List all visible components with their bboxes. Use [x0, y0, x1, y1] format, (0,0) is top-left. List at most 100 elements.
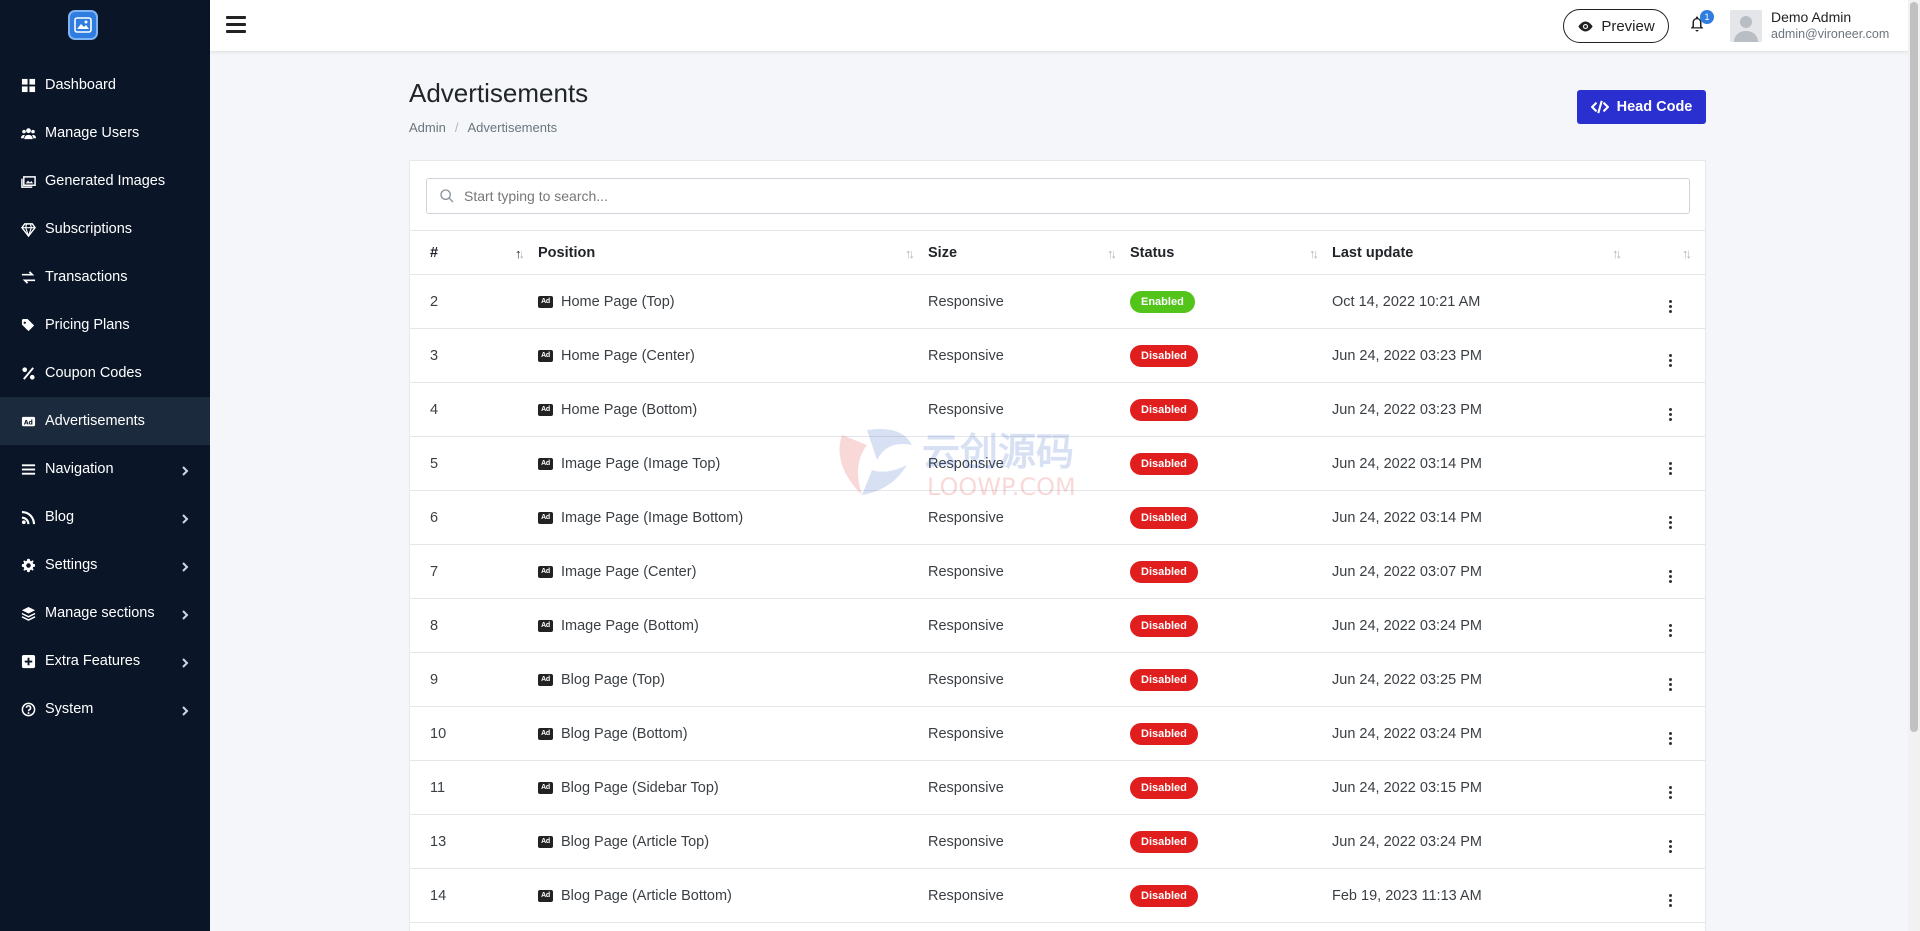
cell-size: Responsive [928, 833, 1004, 850]
sort-icon: ↑↓ [515, 246, 525, 261]
column-header-position[interactable]: Position ↑↓ [538, 231, 928, 275]
cell-actions [1635, 383, 1705, 437]
notification-count-badge: 1 [1700, 10, 1714, 24]
cell-size: Responsive [928, 455, 1004, 472]
sidebar-item-system[interactable]: System [0, 685, 210, 733]
sidebar-item-subscriptions[interactable]: Subscriptions [0, 205, 210, 253]
sidebar-item-blog[interactable]: Blog [0, 493, 210, 541]
sidebar-item-manage-users[interactable]: Manage Users [0, 109, 210, 157]
sidebar-item-label: Pricing Plans [45, 317, 130, 333]
table-row: 11 Ad Blog Page (Sidebar Top) Responsive Dis… [410, 761, 1705, 815]
position-label: Image Page (Bottom) [561, 617, 699, 634]
logo-image-icon [68, 10, 98, 40]
sidebar-item-transactions[interactable]: Transactions [0, 253, 210, 301]
column-header-id[interactable]: # ↑↓ [410, 231, 538, 275]
menu-toggle-icon[interactable] [226, 16, 246, 34]
more-actions-icon[interactable] [1668, 569, 1672, 583]
sidebar-item-pricing-plans[interactable]: Pricing Plans [0, 301, 210, 349]
ad-icon: Ad [538, 511, 553, 524]
logo[interactable] [0, 0, 210, 50]
user-menu[interactable]: Demo Admin admin@vironeer.com [1730, 9, 1889, 42]
preview-button[interactable]: Preview [1563, 9, 1669, 43]
more-actions-icon[interactable] [1668, 677, 1672, 691]
column-header-actions[interactable]: ↑↓ [1635, 231, 1705, 275]
more-actions-icon[interactable] [1668, 893, 1672, 907]
cell-status: Disabled [1130, 491, 1332, 545]
user-name: Demo Admin [1771, 9, 1852, 25]
cell-size: Responsive [928, 779, 1004, 796]
cell-position: Ad Blog Page (Bottom) [538, 707, 928, 761]
ad-icon: Ad [538, 565, 553, 578]
ad-icon: Ad [538, 781, 553, 794]
page-scrollbar[interactable] [1908, 0, 1920, 931]
chevron-right-icon [180, 512, 190, 524]
sidebar-item-label: Transactions [45, 269, 128, 285]
more-actions-icon[interactable] [1668, 299, 1672, 313]
sidebar-item-label: Coupon Codes [45, 365, 142, 381]
table-row: 13 Ad Blog Page (Article Top) Responsive Dis… [410, 815, 1705, 869]
more-actions-icon[interactable] [1668, 839, 1672, 853]
sort-icon: ↑↓ [905, 246, 915, 261]
position-label: Home Page (Bottom) [561, 401, 698, 418]
bars-icon [20, 461, 36, 477]
sidebar-item-label: Generated Images [45, 173, 166, 189]
column-header-size[interactable]: Size ↑↓ [928, 231, 1130, 275]
column-header-status[interactable]: Status ↑↓ [1130, 231, 1332, 275]
eye-icon [1578, 21, 1593, 31]
cell-last-update: Jun 24, 2022 03:14 PM [1332, 455, 1482, 472]
more-actions-icon[interactable] [1668, 515, 1672, 529]
more-actions-icon[interactable] [1668, 731, 1672, 745]
status-badge: Disabled [1130, 398, 1198, 421]
sidebar-item-coupon-codes[interactable]: Coupon Codes [0, 349, 210, 397]
cell-position: Ad Blog Page (Sidebar Top) [538, 761, 928, 815]
more-actions-icon[interactable] [1668, 461, 1672, 475]
head-code-button[interactable]: Head Code [1577, 90, 1706, 124]
table-row: 2 Ad Home Page (Top) Responsive Enabled Oct 1… [410, 275, 1705, 329]
cell-id: 2 [430, 293, 439, 310]
sidebar-item-manage-sections[interactable]: Manage sections [0, 589, 210, 637]
column-header-last-update[interactable]: Last update ↑↓ [1332, 231, 1635, 275]
cell-position: Ad Home Page (Center) [538, 329, 928, 383]
sidebar-item-extra-features[interactable]: Extra Features [0, 637, 210, 685]
notifications-button[interactable]: 1 [1688, 10, 1714, 36]
cell-position: Ad Home Page (Top) [538, 275, 928, 329]
position-label: Image Page (Image Bottom) [561, 509, 744, 526]
cell-last-update: Jun 24, 2022 03:24 PM [1332, 617, 1482, 634]
search-box [426, 178, 1690, 214]
cell-last-update: Jun 24, 2022 03:14 PM [1332, 509, 1482, 526]
position-label: Image Page (Center) [561, 563, 697, 580]
sidebar-item-settings[interactable]: Settings [0, 541, 210, 589]
status-badge: Disabled [1130, 776, 1198, 799]
more-actions-icon[interactable] [1668, 785, 1672, 799]
cell-actions [1635, 275, 1705, 329]
cell-actions [1635, 815, 1705, 869]
cell-status: Disabled [1130, 815, 1332, 869]
sidebar-item-navigation[interactable]: Navigation [0, 445, 210, 493]
sidebar-item-generated-images[interactable]: Generated Images [0, 157, 210, 205]
cell-status: Disabled [1130, 383, 1332, 437]
sidebar-item-dashboard[interactable]: Dashboard [0, 61, 210, 109]
cell-id: 14 [430, 887, 447, 904]
head-code-label: Head Code [1616, 99, 1693, 115]
chevron-right-icon [180, 704, 190, 716]
breadcrumb-admin-link[interactable]: Admin [409, 120, 446, 135]
more-actions-icon[interactable] [1668, 353, 1672, 367]
table-body: 2 Ad Home Page (Top) Responsive Enabled Oct 1… [410, 275, 1705, 923]
cell-actions [1635, 653, 1705, 707]
sidebar-item-advertisements[interactable]: Ad Advertisements [0, 397, 210, 445]
status-badge: Disabled [1130, 722, 1198, 745]
cell-id: 13 [430, 833, 447, 850]
page-title: Advertisements [409, 78, 589, 108]
table-row: 6 Ad Image Page (Image Bottom) Responsive Di… [410, 491, 1705, 545]
search-input[interactable] [464, 188, 1664, 204]
avatar [1730, 9, 1762, 42]
more-actions-icon[interactable] [1668, 407, 1672, 421]
position-label: Image Page (Image Top) [561, 455, 721, 472]
sidebar-item-label: Subscriptions [45, 221, 133, 237]
user-silhouette-icon [1730, 9, 1762, 42]
cell-size: Responsive [928, 347, 1004, 364]
cell-status: Disabled [1130, 869, 1332, 923]
scrollbar-thumb[interactable] [1910, 2, 1918, 732]
advertisements-table: # ↑↓ Position ↑↓ Size ↑↓ Status ↑↓ Last upda… [410, 230, 1705, 923]
more-actions-icon[interactable] [1668, 623, 1672, 637]
